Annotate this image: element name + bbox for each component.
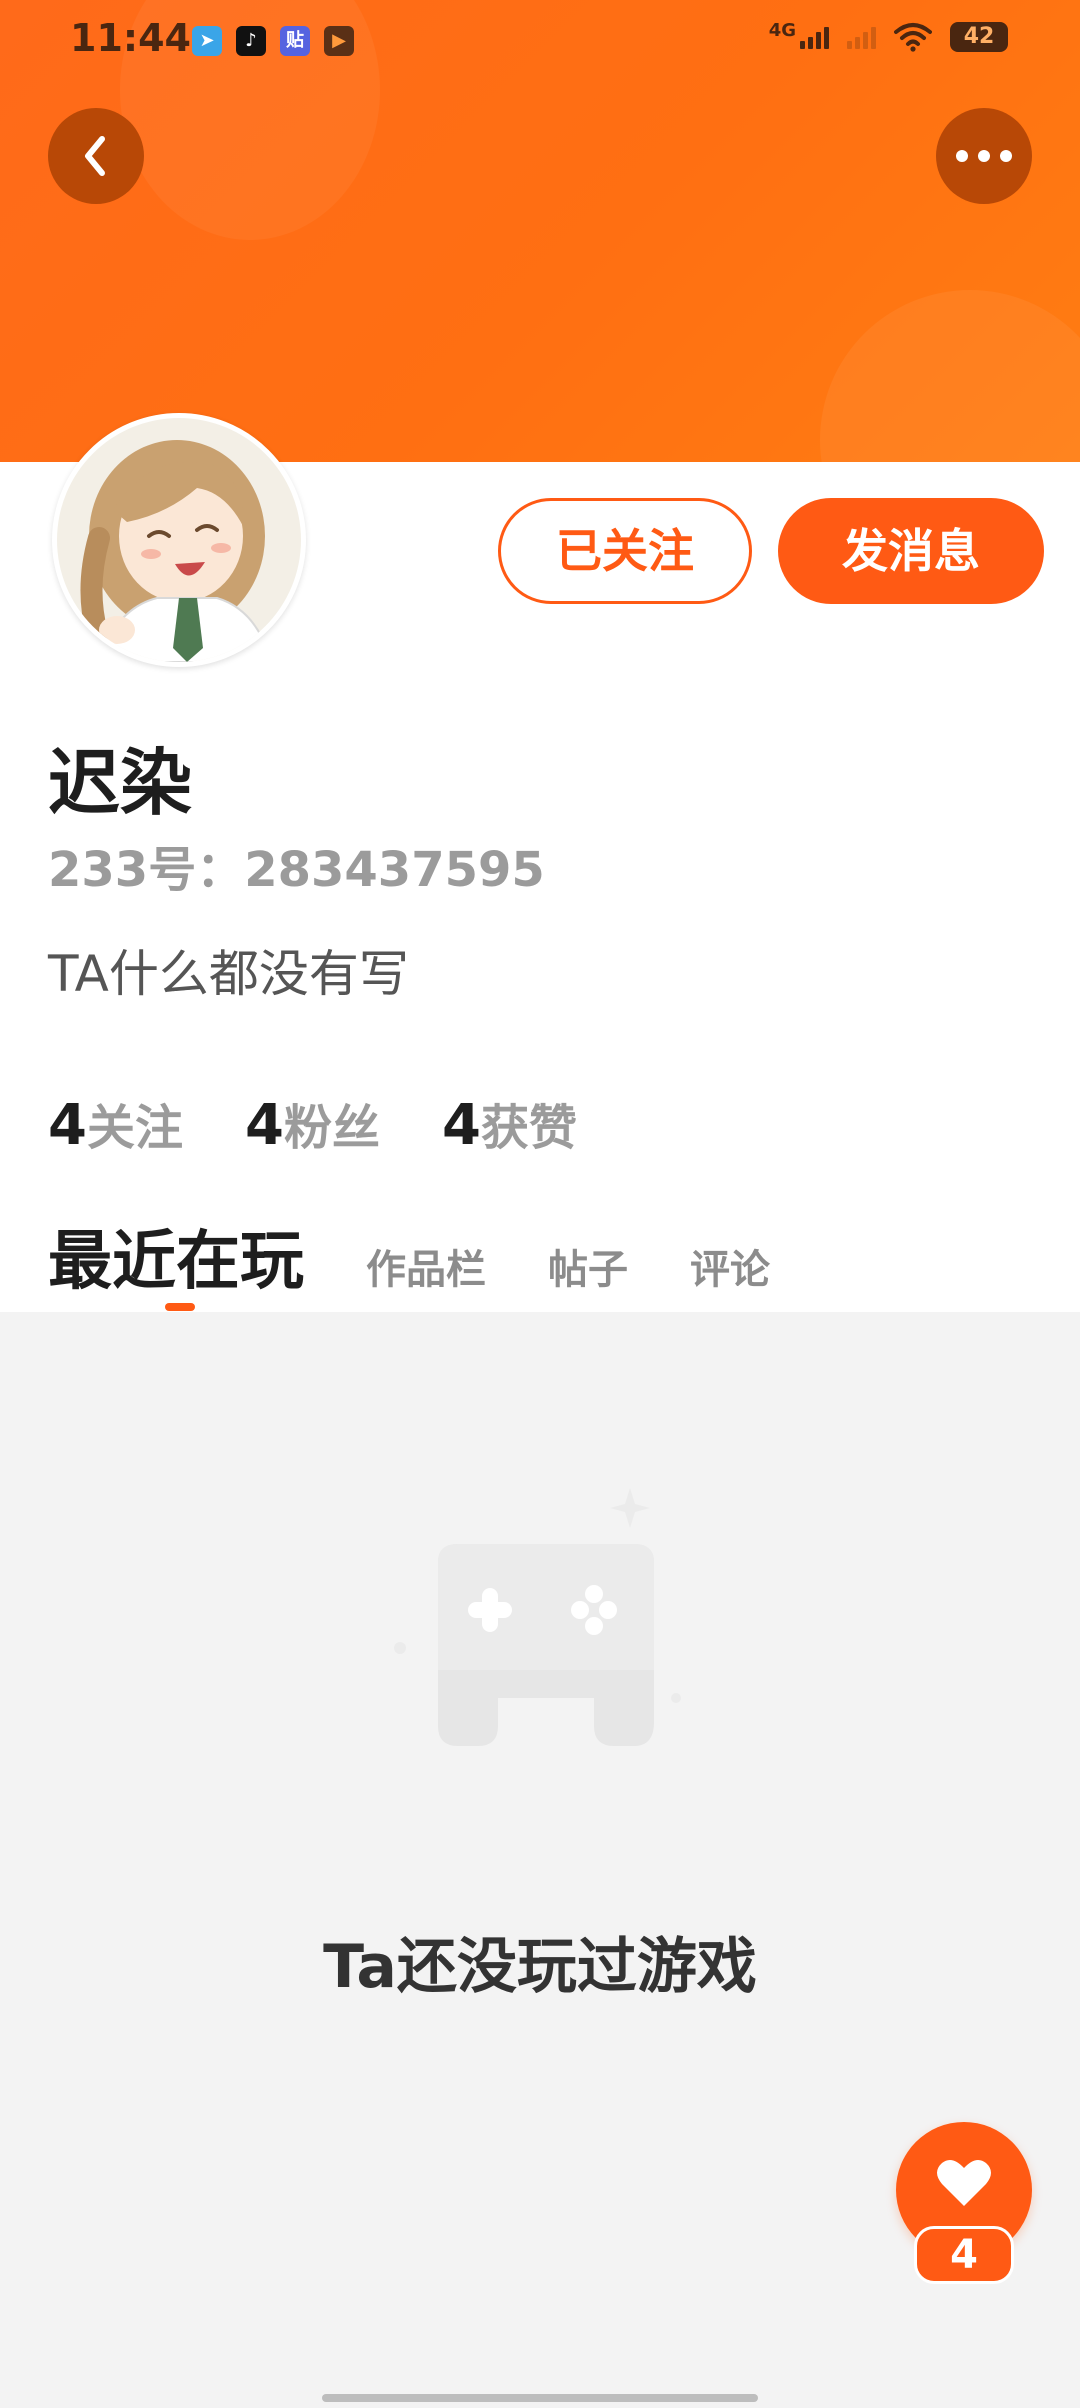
profile-nickname: 迟染 <box>48 741 193 825</box>
profile-bio: TA什么都没有写 <box>48 945 409 1003</box>
stat-following-label: 关注 <box>86 1100 183 1156</box>
wifi-icon <box>894 23 932 52</box>
tieba-icon: 贴 <box>280 26 310 56</box>
tab-recently-played[interactable]: 最近在玩 <box>48 1210 304 1302</box>
stat-fans[interactable]: 4 粉丝 <box>245 1088 380 1158</box>
status-app-icons: ➤ ♪ 贴 ▶ <box>192 26 354 56</box>
cell-signal-2-icon <box>847 25 876 49</box>
tab-posts[interactable]: 帖子 <box>548 1237 628 1295</box>
heart-icon <box>937 2159 991 2206</box>
video-play-icon: ▶ <box>324 26 354 56</box>
banner-decoration <box>820 290 1080 462</box>
empty-state-message: Ta还没玩过游戏 <box>323 1932 757 2002</box>
followed-button[interactable]: 已关注 <box>498 498 752 604</box>
battery-indicator: 42 <box>950 22 1008 52</box>
cell-signal-icon <box>800 25 829 49</box>
status-indicators: 4G 42 <box>768 19 1008 52</box>
network-type-label: 4G <box>768 19 796 41</box>
profile-uid: 233号：283437595 <box>48 842 545 898</box>
stat-following-count: 4 <box>48 1093 87 1158</box>
home-indicator[interactable] <box>322 2394 758 2402</box>
tiktok-icon: ♪ <box>236 26 266 56</box>
stat-likes-label: 获赞 <box>480 1100 577 1156</box>
more-horizontal-icon <box>956 150 1012 162</box>
more-options-button[interactable] <box>936 108 1032 204</box>
tab-works[interactable]: 作品栏 <box>366 1237 486 1295</box>
tab-comments[interactable]: 评论 <box>690 1237 770 1295</box>
active-tab-indicator <box>165 1303 195 1311</box>
stat-likes[interactable]: 4 获赞 <box>442 1088 577 1158</box>
stat-likes-count: 4 <box>441 1093 481 1158</box>
chevron-left-icon <box>85 136 105 176</box>
send-message-button[interactable]: 发消息 <box>778 498 1044 604</box>
telegram-icon: ➤ <box>192 26 222 56</box>
avatar[interactable] <box>52 413 306 667</box>
stat-following[interactable]: 4 关注 <box>48 1088 183 1158</box>
status-bar: 11:44 ➤ ♪ 贴 ▶ 4G 42 <box>0 0 1080 84</box>
gamepad-icon <box>394 1488 681 1746</box>
like-count-badge: 4 <box>914 2226 1014 2284</box>
stat-fans-count: 4 <box>244 1093 284 1158</box>
back-button[interactable] <box>48 108 144 204</box>
avatar-illustration <box>57 418 301 662</box>
stat-fans-label: 粉丝 <box>283 1100 380 1156</box>
profile-stats: 4 关注 4 粉丝 4 获赞 <box>48 1088 577 1158</box>
status-time: 11:44 <box>70 16 191 60</box>
